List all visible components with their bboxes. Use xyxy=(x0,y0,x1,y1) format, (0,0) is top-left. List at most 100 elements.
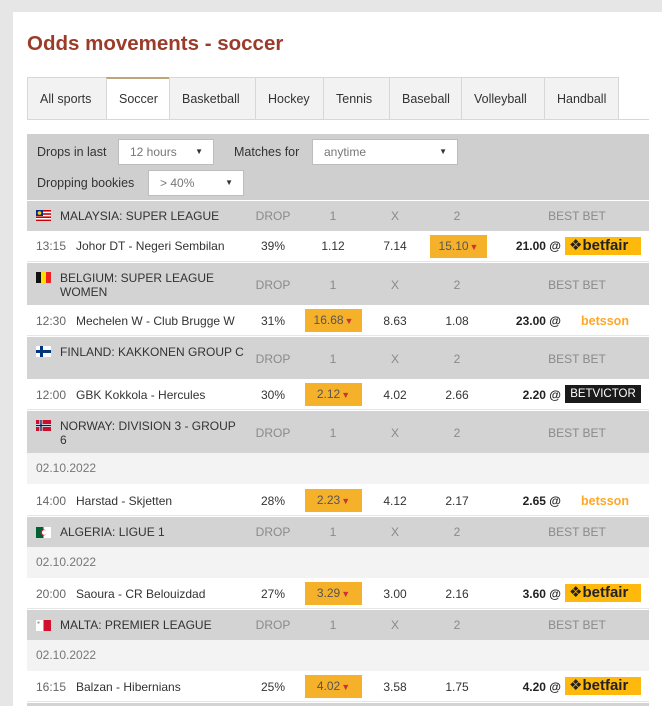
chevron-down-icon: ▼ xyxy=(225,178,233,187)
odd-x: 7.14 xyxy=(383,239,407,253)
arrow-down-icon: ▼ xyxy=(341,589,351,599)
tab-soccer[interactable]: Soccer xyxy=(106,77,169,120)
arrow-down-icon: ▼ xyxy=(341,682,351,692)
tab-hockey[interactable]: Hockey xyxy=(255,77,323,120)
col-best-header: BEST BET xyxy=(548,278,606,292)
drop-value: 39% xyxy=(260,239,286,253)
malaysia-flag-icon xyxy=(36,210,51,221)
table-row[interactable]: 16:15 Balzan - Hibernians 25% 4.02▼ 3.58… xyxy=(27,671,649,702)
match-time: 20:00 xyxy=(36,587,67,601)
tab-volleyball[interactable]: Volleyball xyxy=(461,77,544,120)
drop-value: 30% xyxy=(260,388,286,402)
tab-baseball[interactable]: Baseball xyxy=(389,77,461,120)
table-row[interactable]: 13:15 Johor DT - Negeri Sembilan 39% 1.1… xyxy=(27,231,649,262)
drop-value: 27% xyxy=(260,587,286,601)
betfair-logo[interactable]: ❖betfair xyxy=(565,584,641,602)
best-odd: 23.00 @ xyxy=(515,314,561,328)
col-x-header: X xyxy=(390,352,399,366)
tab-tennis[interactable]: Tennis xyxy=(323,77,389,120)
odd-1-highlight[interactable]: 2.12▼ xyxy=(305,383,362,406)
table-row[interactable]: 14:00 Harstad - Skjetten 28% 2.23▼ 4.12 … xyxy=(27,485,649,516)
match-time: 12:00 xyxy=(36,388,67,402)
table-row[interactable]: 20:00 Saoura - CR Belouizdad 27% 3.29▼ 3… xyxy=(27,578,649,609)
bookies-value: > 40% xyxy=(160,176,195,190)
col-1-header: 1 xyxy=(329,426,337,440)
odd-2: 15.10 xyxy=(438,239,469,253)
league-name[interactable]: NORWAY: DIVISION 3 - GROUP 6 xyxy=(60,419,245,447)
drops-select[interactable]: 12 hours ▼ xyxy=(118,139,214,165)
col-1-header: 1 xyxy=(329,525,337,539)
match-teams[interactable]: Harstad - Skjetten xyxy=(76,494,172,508)
betvictor-logo[interactable]: BETVICTOR xyxy=(565,385,641,403)
col-1-header: 1 xyxy=(329,618,337,632)
arrow-down-icon: ▼ xyxy=(344,316,354,326)
col-2-header: 2 xyxy=(453,426,461,440)
match-teams[interactable]: Saoura - CR Belouizdad xyxy=(76,587,205,601)
odd-1-highlight[interactable]: 16.68▼ xyxy=(305,309,362,332)
col-x-header: X xyxy=(390,618,399,632)
betfair-logo[interactable]: ❖betfair xyxy=(565,677,641,695)
finland-flag-icon xyxy=(36,346,51,357)
match-teams[interactable]: Balzan - Hibernians xyxy=(76,680,181,694)
league-name[interactable]: BELGIUM: SUPER LEAGUE WOMEN xyxy=(60,271,245,299)
sport-tabs: All sports Soccer Basketball Hockey Tenn… xyxy=(27,77,619,120)
col-best-header: BEST BET xyxy=(548,209,606,223)
belgium-flag-icon xyxy=(36,272,51,283)
league-name[interactable]: MALTA: PREMIER LEAGUE xyxy=(60,618,245,632)
best-odd: 21.00 @ xyxy=(515,239,561,253)
matches-select[interactable]: anytime ▼ xyxy=(312,139,458,165)
chevron-down-icon: ▼ xyxy=(439,147,447,156)
odd-1: 2.12 xyxy=(316,387,341,401)
best-odd: 4.20 @ xyxy=(522,680,561,694)
betsson-logo[interactable]: betsson xyxy=(567,312,643,330)
match-teams[interactable]: Johor DT - Negeri Sembilan xyxy=(76,239,225,253)
odd-1-highlight[interactable]: 4.02▼ xyxy=(305,675,362,698)
odd-1-highlight[interactable]: 2.23▼ xyxy=(305,489,362,512)
col-2-header: 2 xyxy=(453,209,461,223)
drop-value: 28% xyxy=(260,494,286,508)
odd-1-highlight[interactable]: 3.29▼ xyxy=(305,582,362,605)
malta-flag-icon xyxy=(36,620,51,631)
col-drop-header: DROP xyxy=(255,209,291,223)
odd-1: 4.02 xyxy=(316,679,341,693)
date-row: 02.10.2022 xyxy=(27,640,649,671)
col-2-header: 2 xyxy=(453,525,461,539)
col-x-header: X xyxy=(390,525,399,539)
tab-all-sports[interactable]: All sports xyxy=(27,77,106,120)
match-time: 16:15 xyxy=(36,680,67,694)
col-best-header: BEST BET xyxy=(548,525,606,539)
odd-x: 8.63 xyxy=(383,314,407,328)
date-row: 02.10.2022 xyxy=(27,547,649,578)
drop-value: 31% xyxy=(260,314,286,328)
page-title: Odds movements - soccer xyxy=(27,32,284,55)
match-teams[interactable]: Mechelen W - Club Brugge W xyxy=(76,314,235,328)
match-time: 14:00 xyxy=(36,494,67,508)
matches-value: anytime xyxy=(324,145,367,159)
league-name[interactable]: MALAYSIA: SUPER LEAGUE xyxy=(60,209,245,223)
col-drop-header: DROP xyxy=(255,426,291,440)
matches-label: Matches for xyxy=(234,145,300,159)
tab-handball[interactable]: Handball xyxy=(544,77,619,120)
best-odd: 2.65 @ xyxy=(522,494,561,508)
date-row: 02.10.2022 xyxy=(27,453,649,484)
league-name[interactable]: ALGERIA: LIGUE 1 xyxy=(60,525,245,539)
col-2-header: 2 xyxy=(453,618,461,632)
league-name[interactable]: FINLAND: KAKKONEN GROUP C xyxy=(60,345,245,359)
match-time: 13:15 xyxy=(36,239,67,253)
algeria-flag-icon xyxy=(36,527,51,538)
arrow-down-icon: ▼ xyxy=(341,496,351,506)
table-row[interactable]: 12:30 Mechelen W - Club Brugge W 31% 16.… xyxy=(27,305,649,336)
col-1-header: 1 xyxy=(329,209,337,223)
drops-value: 12 hours xyxy=(130,145,177,159)
arrow-down-icon: ▼ xyxy=(341,390,351,400)
betsson-logo[interactable]: betsson xyxy=(567,492,643,510)
table-row[interactable]: 12:00 GBK Kokkola - Hercules 30% 2.12▼ 4… xyxy=(27,379,649,410)
col-best-header: BEST BET xyxy=(548,618,606,632)
col-best-header: BEST BET xyxy=(548,426,606,440)
match-teams[interactable]: GBK Kokkola - Hercules xyxy=(76,388,205,402)
drops-label: Drops in last xyxy=(37,145,107,159)
tab-basketball[interactable]: Basketball xyxy=(169,77,255,120)
odd-x: 3.00 xyxy=(383,587,407,601)
betfair-logo[interactable]: ❖betfair xyxy=(565,237,641,255)
bookies-select[interactable]: > 40% ▼ xyxy=(148,170,244,196)
